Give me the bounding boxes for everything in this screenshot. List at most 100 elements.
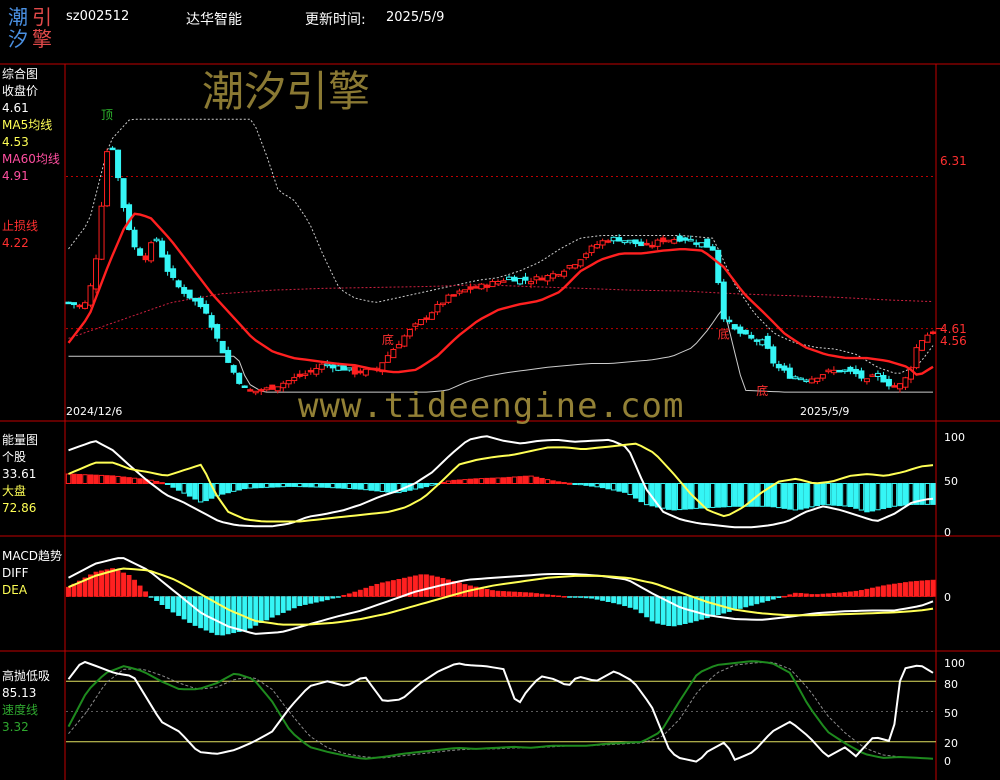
energy-bar bbox=[489, 477, 496, 485]
energy-bar bbox=[880, 483, 887, 510]
macd-bar bbox=[203, 596, 209, 631]
energy-bar bbox=[847, 483, 854, 508]
hl-dash-line bbox=[68, 661, 934, 760]
close-value: 4.61 bbox=[2, 101, 29, 115]
upper-band-line bbox=[68, 118, 934, 374]
macd-bar bbox=[891, 583, 897, 597]
candle-body bbox=[357, 370, 364, 374]
candle-body bbox=[720, 281, 727, 320]
macd-bar bbox=[875, 586, 881, 597]
energy-bar bbox=[599, 483, 606, 489]
energy-bar bbox=[842, 483, 848, 507]
candle-body bbox=[417, 319, 424, 326]
date-end: 2025/5/9 bbox=[800, 405, 850, 418]
candle-body bbox=[87, 285, 94, 306]
candle-body bbox=[918, 340, 925, 351]
candle-body bbox=[676, 235, 683, 242]
energy-bar bbox=[275, 483, 281, 488]
energy-bar bbox=[346, 483, 353, 490]
candle-body bbox=[302, 373, 309, 376]
macd-bar bbox=[627, 596, 633, 608]
candle-body bbox=[863, 378, 870, 383]
macd-bar bbox=[308, 596, 314, 604]
candle-body bbox=[76, 304, 83, 308]
candle-body bbox=[252, 390, 259, 394]
macd-bar bbox=[286, 596, 292, 611]
macd-bar bbox=[390, 580, 396, 597]
macd-bar bbox=[847, 591, 853, 597]
energy-bar bbox=[153, 480, 160, 484]
energy-bar bbox=[341, 483, 347, 489]
candle-body bbox=[539, 277, 546, 281]
energy-bar bbox=[225, 483, 231, 494]
candle-body bbox=[225, 349, 232, 363]
macd-bar bbox=[572, 596, 578, 598]
macd-bar bbox=[732, 596, 738, 611]
energy-bar bbox=[82, 474, 88, 485]
ma5-value: 4.53 bbox=[2, 135, 29, 149]
candle-body bbox=[472, 286, 479, 289]
macd-bar bbox=[490, 590, 495, 597]
candle-body bbox=[346, 367, 353, 371]
signal-mark-3: 底 bbox=[756, 383, 768, 398]
candle-body bbox=[814, 377, 821, 382]
energy-bar bbox=[522, 475, 529, 485]
macd-bar bbox=[616, 596, 622, 605]
energy-bar bbox=[627, 483, 633, 496]
macd-bar bbox=[914, 580, 919, 597]
energy-bar bbox=[181, 483, 187, 494]
highlow-a-value: 85.13 bbox=[2, 686, 37, 700]
macd-bar bbox=[137, 585, 143, 597]
candle-body bbox=[594, 244, 601, 249]
candle-body bbox=[82, 302, 89, 309]
ma60-value: 4.91 bbox=[2, 169, 29, 183]
energy-bar bbox=[616, 483, 622, 492]
energy-bar bbox=[814, 483, 821, 507]
candle-body bbox=[748, 334, 755, 339]
macd-bar bbox=[121, 572, 127, 597]
macd-bar bbox=[528, 592, 534, 597]
energy-bar bbox=[230, 483, 237, 492]
energy-bar bbox=[721, 483, 727, 508]
candle-body bbox=[296, 373, 303, 377]
candle-body bbox=[439, 302, 446, 306]
energy-bar bbox=[131, 477, 138, 484]
energy-bar bbox=[98, 474, 105, 485]
candle-body bbox=[693, 242, 700, 245]
candle-body bbox=[759, 339, 766, 346]
energy-bar bbox=[864, 483, 870, 513]
energy-bar bbox=[902, 483, 909, 506]
speed-label: 速度线 bbox=[2, 703, 39, 717]
macd-bar bbox=[225, 596, 231, 635]
macd-bar bbox=[770, 596, 776, 600]
candle-body bbox=[577, 259, 584, 267]
energy-bar bbox=[352, 483, 358, 490]
macd-bar bbox=[313, 596, 319, 603]
macd-bars bbox=[66, 568, 936, 636]
energy-bar bbox=[875, 483, 881, 511]
energy-bar bbox=[533, 476, 540, 484]
macd-bar bbox=[429, 575, 435, 597]
highlow-tick-80: 80 bbox=[944, 678, 958, 691]
logo-char-2: 引 bbox=[32, 5, 52, 29]
candle-body bbox=[852, 368, 859, 375]
energy-bar bbox=[798, 483, 804, 510]
energy-bar bbox=[308, 483, 314, 488]
watermark-cn: 潮汐引擎 bbox=[202, 67, 371, 116]
candle-body bbox=[395, 344, 402, 349]
macd-bar bbox=[368, 585, 374, 597]
macd-bar bbox=[319, 596, 325, 602]
energy-bar bbox=[803, 483, 810, 509]
macd-bar bbox=[864, 588, 870, 597]
energy-bar bbox=[677, 483, 683, 511]
macd-bar bbox=[440, 577, 446, 597]
candle-body bbox=[770, 346, 777, 364]
energy-bar bbox=[374, 483, 380, 492]
candle-body bbox=[98, 205, 105, 260]
macd-bar bbox=[633, 596, 639, 610]
candle-body bbox=[616, 237, 623, 242]
energy-bar bbox=[632, 483, 639, 499]
candle-body bbox=[159, 240, 166, 258]
candle-body bbox=[511, 276, 518, 282]
macd-bar bbox=[357, 589, 363, 597]
